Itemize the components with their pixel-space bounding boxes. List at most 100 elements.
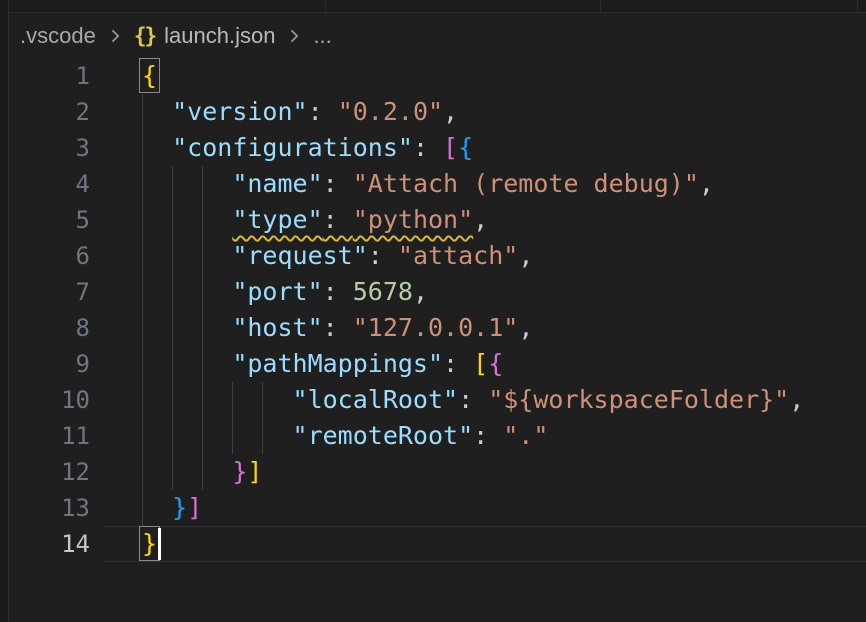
- token-b1: ]: [247, 457, 262, 486]
- line-text: "port": 5678,: [104, 274, 428, 310]
- code-line: 4 "name": "Attach (remote debug)",: [9, 166, 866, 202]
- code-line: 9 "pathMappings": [{: [9, 346, 866, 382]
- indent-guide: [172, 274, 173, 310]
- line-content[interactable]: }: [104, 526, 866, 562]
- code-line: 5 "type": "python",: [9, 202, 866, 238]
- line-text: "remoteRoot": ".": [104, 418, 548, 454]
- token-str: ".": [503, 421, 548, 450]
- code-editor[interactable]: 1{2 "version": "0.2.0",3 "configurations…: [9, 58, 866, 622]
- code-lines: 1{2 "version": "0.2.0",3 "configurations…: [9, 58, 866, 562]
- indent-guide: [202, 454, 203, 490]
- line-text: "name": "Attach (remote debug)",: [104, 166, 714, 202]
- line-content[interactable]: "pathMappings": [{: [104, 346, 866, 382]
- editor-group: .vscode {} launch.json ... 1{2 "version"…: [9, 0, 866, 622]
- line-content[interactable]: }]: [104, 490, 866, 526]
- indent-guide: [142, 274, 143, 310]
- line-number[interactable]: 9: [9, 346, 104, 382]
- code-line: 14}: [9, 526, 866, 562]
- json-file-icon: {}: [134, 24, 155, 48]
- line-content[interactable]: {: [104, 58, 866, 94]
- tab-separator: [857, 0, 858, 12]
- indent-guide: [142, 310, 143, 346]
- breadcrumb: .vscode {} launch.json ...: [9, 13, 866, 58]
- line-number[interactable]: 6: [9, 238, 104, 274]
- line-content[interactable]: "host": "127.0.0.1",: [104, 310, 866, 346]
- token-b2: {: [488, 349, 503, 378]
- indent-guide: [202, 166, 203, 202]
- breadcrumb-folder[interactable]: .vscode: [20, 23, 96, 49]
- token-str: "0.2.0": [338, 97, 443, 126]
- line-text: }: [104, 526, 157, 562]
- code-line: 6 "request": "attach",: [9, 238, 866, 274]
- code-line: 10 "localRoot": "${workspaceFolder}",: [9, 382, 866, 418]
- token-key: "version": [172, 97, 307, 126]
- token-pun: :: [458, 385, 488, 414]
- token-num: 5678: [353, 277, 413, 306]
- indent-guide: [172, 238, 173, 274]
- indent-guide: [202, 310, 203, 346]
- indent-guide: [262, 382, 263, 418]
- line-number[interactable]: 12: [9, 454, 104, 490]
- text-cursor: [158, 528, 161, 560]
- line-number[interactable]: 14: [9, 526, 104, 562]
- line-text: "localRoot": "${workspaceFolder}",: [104, 382, 804, 418]
- token-b1: [: [473, 349, 488, 378]
- indent-guide: [142, 202, 143, 238]
- line-number[interactable]: 5: [9, 202, 104, 238]
- code-line: 13 }]: [9, 490, 866, 526]
- token-b2: ]: [187, 493, 202, 522]
- indent-guide: [142, 418, 143, 454]
- line-number[interactable]: 7: [9, 274, 104, 310]
- indent-guide: [202, 418, 203, 454]
- token-key: "name": [232, 169, 322, 198]
- token-key: "port": [232, 277, 322, 306]
- indent-guide: [142, 346, 143, 382]
- indent-guide: [172, 454, 173, 490]
- line-content[interactable]: "request": "attach",: [104, 238, 866, 274]
- token-pun: :: [473, 421, 503, 450]
- indent-guide: [202, 274, 203, 310]
- token-pun: ,: [443, 97, 458, 126]
- line-number[interactable]: 4: [9, 166, 104, 202]
- line-text: "pathMappings": [{: [104, 346, 503, 382]
- line-number[interactable]: 2: [9, 94, 104, 130]
- token-pun: :: [323, 169, 353, 198]
- indent-guide: [232, 418, 233, 454]
- code-line: 11 "remoteRoot": ".": [9, 418, 866, 454]
- code-line: 7 "port": 5678,: [9, 274, 866, 310]
- line-number[interactable]: 13: [9, 490, 104, 526]
- indent-guide: [142, 166, 143, 202]
- line-content[interactable]: }]: [104, 454, 866, 490]
- token-pun: :: [368, 241, 398, 270]
- line-content[interactable]: "port": 5678,: [104, 274, 866, 310]
- token-str: "127.0.0.1": [353, 313, 519, 342]
- token-pun: :: [443, 349, 473, 378]
- line-number[interactable]: 11: [9, 418, 104, 454]
- line-text: {: [104, 58, 157, 94]
- indent-guide: [202, 238, 203, 274]
- line-content[interactable]: "remoteRoot": ".": [104, 418, 866, 454]
- line-number[interactable]: 1: [9, 58, 104, 94]
- token-b3: {: [458, 133, 473, 162]
- line-number[interactable]: 8: [9, 310, 104, 346]
- line-content[interactable]: "localRoot": "${workspaceFolder}",: [104, 382, 866, 418]
- line-content[interactable]: "name": "Attach (remote debug)",: [104, 166, 866, 202]
- line-content[interactable]: "configurations": [{: [104, 130, 866, 166]
- indent-guide: [172, 346, 173, 382]
- line-text: }]: [104, 490, 202, 526]
- token-b3: }: [172, 493, 187, 522]
- indent-guide: [172, 166, 173, 202]
- token-key: "remoteRoot": [293, 421, 474, 450]
- line-content[interactable]: "type": "python",: [104, 202, 866, 238]
- line-number[interactable]: 10: [9, 382, 104, 418]
- token-pun: ,: [473, 205, 488, 234]
- indent-guide: [202, 382, 203, 418]
- line-content[interactable]: "version": "0.2.0",: [104, 94, 866, 130]
- breadcrumb-file[interactable]: launch.json: [164, 23, 275, 49]
- line-number[interactable]: 3: [9, 130, 104, 166]
- token-pun: ,: [699, 169, 714, 198]
- breadcrumb-symbol-more[interactable]: ...: [313, 23, 331, 49]
- line-text: "request": "attach",: [104, 238, 533, 274]
- indent-guide: [172, 310, 173, 346]
- token-str: "attach": [398, 241, 518, 270]
